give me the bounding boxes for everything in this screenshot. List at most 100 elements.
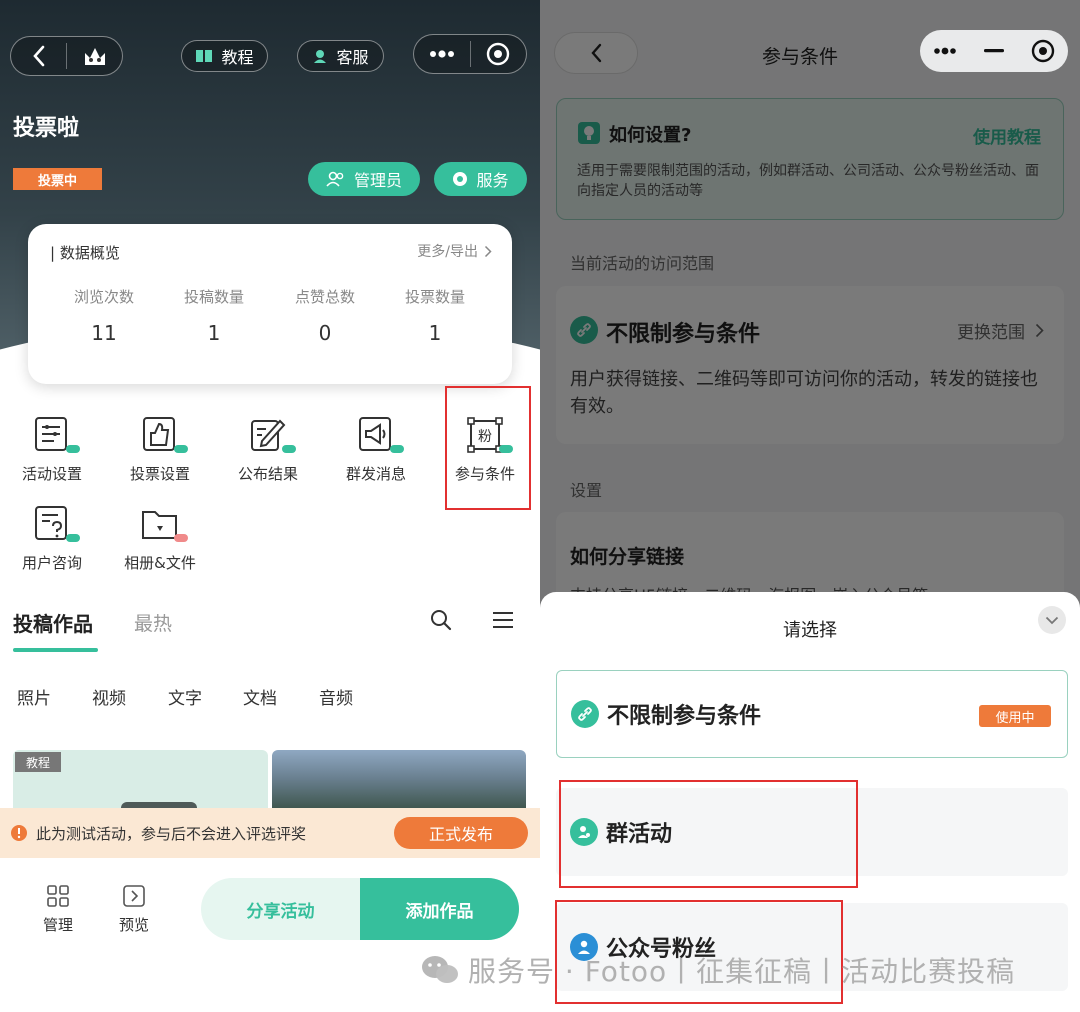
grid-publish-results[interactable]: 公布结果	[218, 415, 318, 484]
back-button[interactable]	[11, 45, 66, 67]
stat-label: 浏览次数	[73, 288, 134, 306]
folder-icon	[140, 504, 188, 544]
sheet-collapse-button[interactable]	[1038, 606, 1066, 634]
grid-label: 投票设置	[129, 465, 190, 483]
home-button[interactable]	[67, 45, 122, 67]
preview-icon	[123, 885, 145, 907]
change-scope-link[interactable]: 更换范围	[957, 318, 1044, 343]
chevron-right-icon	[1035, 323, 1044, 338]
users-icon	[326, 171, 344, 187]
warning-icon	[11, 825, 27, 841]
manage-button[interactable]: 管理	[32, 884, 84, 935]
list-menu-button[interactable]	[492, 611, 514, 633]
bottom-toolbar: 管理 预览 分享活动 添加作品	[0, 858, 540, 958]
tab-active-indicator	[13, 648, 98, 652]
headset-icon	[314, 50, 327, 63]
preview-label: 预览	[118, 916, 149, 934]
grid-label: 用户咨询	[21, 554, 82, 572]
share-activity-button[interactable]: 分享活动	[201, 878, 360, 940]
filter-photo[interactable]: 照片	[17, 684, 51, 709]
stat-label: 点赞总数	[294, 288, 355, 306]
tutorial-label: 教程	[221, 48, 254, 67]
grid-label: 活动设置	[21, 465, 82, 483]
stat-value: 0	[318, 321, 332, 345]
manage-label: 管理	[42, 916, 73, 934]
add-work-button[interactable]: 添加作品	[360, 878, 519, 940]
screen: 教程 客服 投票啦 投票中 管理员 服务 | 数据概览 更多/导出 浏览次数 1…	[0, 0, 1080, 1012]
howto-title: 如何设置?	[609, 125, 692, 146]
more-button[interactable]	[414, 50, 470, 58]
admin-label: 管理员	[353, 171, 402, 190]
stat-label: 投稿数量	[183, 288, 244, 306]
tutorial-link[interactable]: 使用教程	[973, 123, 1041, 148]
grid-label: 相册&文件	[124, 554, 196, 572]
stat-value: 1	[207, 321, 221, 345]
more-button[interactable]	[920, 47, 970, 55]
admin-button[interactable]: 管理员	[308, 162, 420, 196]
publish-button[interactable]: 正式发布	[394, 817, 528, 849]
watermark: 服务号 · Fotoo丨征集征稿丨活动比赛投稿	[420, 948, 1015, 992]
chevron-down-icon	[1045, 616, 1059, 624]
search-button[interactable]	[430, 609, 452, 635]
filter-video[interactable]: 视频	[92, 684, 126, 709]
filter-document[interactable]: 文档	[243, 684, 277, 709]
grid-activity-settings[interactable]: 活动设置	[2, 415, 102, 484]
close-miniapp-button[interactable]	[1018, 39, 1068, 63]
preview-button[interactable]: 预览	[108, 884, 160, 935]
back-button[interactable]	[554, 32, 638, 74]
service-button[interactable]: 服务	[434, 162, 527, 196]
filter-audio[interactable]: 音频	[319, 684, 353, 709]
miniapp-menu-capsule	[920, 30, 1068, 72]
support-label: 客服	[336, 48, 369, 67]
grid-broadcast[interactable]: 群发消息	[326, 415, 426, 484]
participation-conditions-page: 参与条件 如何设置? 使用教程 适用于需要限制范围的活动，例如群活动、公司活动、…	[540, 0, 1080, 1012]
close-miniapp-button[interactable]	[470, 42, 526, 66]
overview-more-label: 更多/导出	[417, 244, 478, 260]
stat-value: 1	[428, 321, 442, 345]
watermark-text: 服务号 · Fotoo丨征集征稿丨活动比赛投稿	[468, 955, 1016, 988]
in-use-badge: 使用中	[979, 705, 1051, 727]
change-scope-label: 更换范围	[957, 323, 1025, 343]
share-link-title: 如何分享链接	[570, 546, 685, 568]
megaphone-icon	[356, 415, 404, 455]
stat-submissions: 投稿数量 1	[159, 286, 269, 345]
thumbs-up-icon	[140, 415, 188, 455]
status-badge: 投票中	[13, 168, 102, 190]
stat-value: 11	[91, 321, 117, 345]
target-icon	[1031, 39, 1055, 63]
scope-section-label: 当前活动的访问范围	[570, 254, 715, 273]
grid-label: 群发消息	[345, 465, 406, 483]
stat-votes: 投票数量 1	[380, 286, 490, 345]
minimize-button[interactable]	[970, 49, 1018, 53]
option-unrestricted[interactable]: 不限制参与条件 使用中	[556, 670, 1068, 758]
tab-works[interactable]: 投稿作品	[13, 608, 93, 637]
grid-user-inquiry[interactable]: 用户咨询	[2, 504, 102, 573]
support-button[interactable]: 客服	[297, 40, 384, 72]
scope-description: 用户获得链接、二维码等即可访问你的活动，转发的链接也有效。	[570, 369, 1038, 417]
back-home-capsule	[10, 36, 123, 76]
link-icon	[570, 316, 598, 344]
miniapp-menu-capsule	[413, 34, 527, 74]
overview-more-link[interactable]: 更多/导出	[417, 241, 492, 261]
page-title: 参与条件	[761, 46, 838, 68]
edit-doc-icon	[248, 415, 296, 455]
service-icon	[453, 172, 468, 186]
minus-icon	[984, 49, 1004, 53]
tutorial-button[interactable]: 教程	[181, 40, 268, 72]
book-icon	[196, 50, 213, 62]
grid-vote-settings[interactable]: 投票设置	[110, 415, 210, 484]
action-button-group: 分享活动 添加作品	[201, 878, 519, 940]
chevron-left-icon	[591, 43, 602, 63]
grid-album-files[interactable]: 相册&文件	[110, 504, 210, 573]
current-scope-card: 不限制参与条件 更换范围 用户获得链接、二维码等即可访问你的活动，转发的链接也有…	[556, 286, 1064, 444]
howto-card: 如何设置? 使用教程 适用于需要限制范围的活动，例如群活动、公司活动、公众号粉丝…	[556, 98, 1064, 220]
service-label: 服务	[476, 171, 509, 190]
data-overview-card: | 数据概览 更多/导出 浏览次数 11 投稿数量 1 点赞总数 0 投票数量 …	[28, 224, 512, 384]
activity-title: 投票啦	[13, 116, 80, 141]
tab-hot[interactable]: 最热	[134, 609, 172, 636]
search-icon	[431, 610, 452, 631]
overview-title: | 数据概览	[50, 244, 120, 262]
question-doc-icon	[32, 504, 80, 544]
stat-views: 浏览次数 11	[49, 286, 159, 345]
filter-text[interactable]: 文字	[168, 684, 202, 709]
